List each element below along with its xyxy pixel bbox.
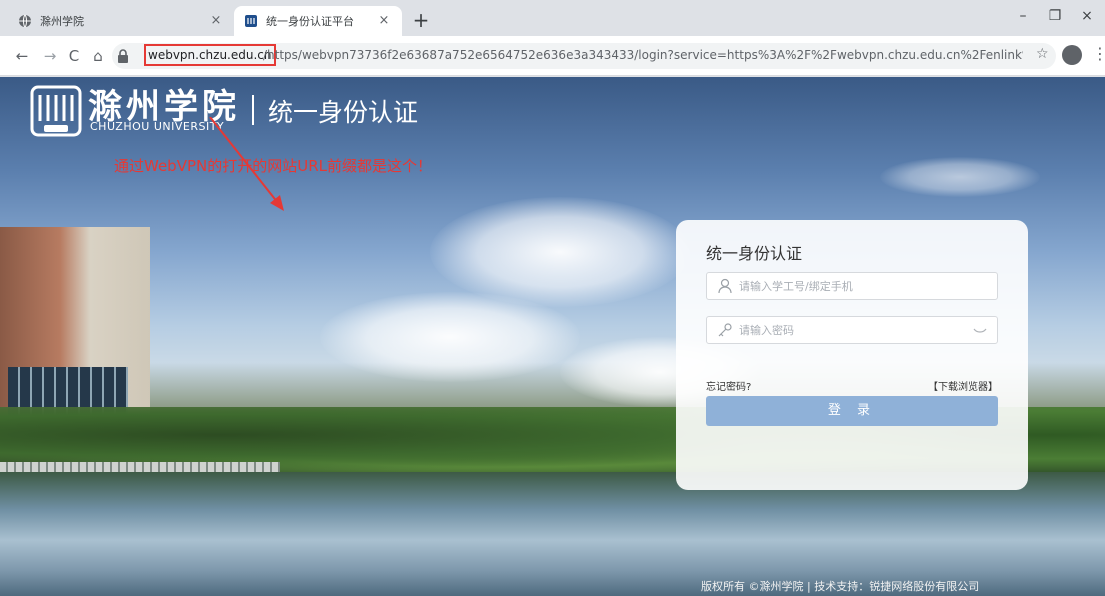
forward-button[interactable]: → bbox=[40, 46, 60, 66]
login-card: 统一身份认证 忘记密码? 【下载浏览器】 登 录 bbox=[676, 220, 1028, 490]
tab-unified-auth[interactable]: 统一身份认证平台 × bbox=[234, 6, 402, 36]
lock-icon bbox=[118, 49, 128, 63]
back-button[interactable]: ← bbox=[12, 46, 32, 66]
download-browser-link[interactable]: 【下载浏览器】 bbox=[928, 378, 998, 393]
user-icon bbox=[718, 278, 732, 294]
university-seal-icon bbox=[30, 85, 82, 137]
new-tab-button[interactable]: + bbox=[410, 10, 432, 32]
bookmark-star-icon[interactable]: ☆ bbox=[1036, 46, 1049, 62]
cloud bbox=[430, 197, 690, 307]
login-title: 统一身份认证 bbox=[706, 244, 803, 263]
tab-chuzhou-university[interactable]: 滁州学院 × bbox=[8, 6, 234, 36]
browser-menu-icon[interactable]: ⋮ bbox=[1092, 44, 1105, 63]
home-button[interactable]: ⌂ bbox=[88, 46, 108, 66]
footer-copyright: 版权所有 ©滁州学院 | 技术支持：锐捷网络股份有限公司 bbox=[701, 580, 980, 593]
username-field[interactable] bbox=[706, 272, 998, 300]
url-host-highlight[interactable]: webvpn.chzu.edu.cn bbox=[144, 44, 276, 66]
forgot-password-link[interactable]: 忘记密码? bbox=[706, 378, 751, 393]
system-title: 统一身份认证 bbox=[268, 98, 419, 127]
tab-close-icon[interactable]: × bbox=[376, 13, 392, 29]
password-input[interactable] bbox=[739, 317, 969, 343]
close-window-button[interactable]: × bbox=[1072, 4, 1102, 28]
password-field[interactable] bbox=[706, 316, 998, 344]
url-path[interactable]: /https/webvpn73736f2e63687a752e6564752e6… bbox=[263, 46, 1023, 64]
cloud bbox=[320, 292, 580, 382]
tab-close-icon[interactable]: × bbox=[208, 13, 224, 29]
tab-title: 滁州学院 bbox=[40, 15, 84, 28]
key-icon bbox=[718, 323, 732, 337]
eye-closed-icon[interactable] bbox=[973, 323, 987, 337]
restore-button[interactable]: ❐ bbox=[1040, 4, 1070, 28]
username-input[interactable] bbox=[739, 273, 969, 299]
tab-strip: 滁州学院 × 统一身份认证平台 × + – ❐ × bbox=[0, 0, 1105, 36]
university-favicon-icon bbox=[244, 14, 258, 28]
annotation-text: 通过WebVPN的打开的网站URL前缀都是这个！ bbox=[114, 157, 432, 175]
cloud bbox=[880, 157, 1040, 197]
globe-icon bbox=[18, 14, 32, 28]
reload-button[interactable]: C bbox=[64, 46, 84, 66]
tab-title: 统一身份认证平台 bbox=[266, 15, 354, 28]
minimize-button[interactable]: – bbox=[1008, 4, 1038, 28]
profile-avatar-icon[interactable] bbox=[1062, 45, 1082, 65]
login-page: 滁州学院 CHUZHOU UNIVERSITY 统一身份认证 通过WebVPN的… bbox=[0, 77, 1105, 596]
login-button[interactable]: 登 录 bbox=[706, 396, 998, 426]
